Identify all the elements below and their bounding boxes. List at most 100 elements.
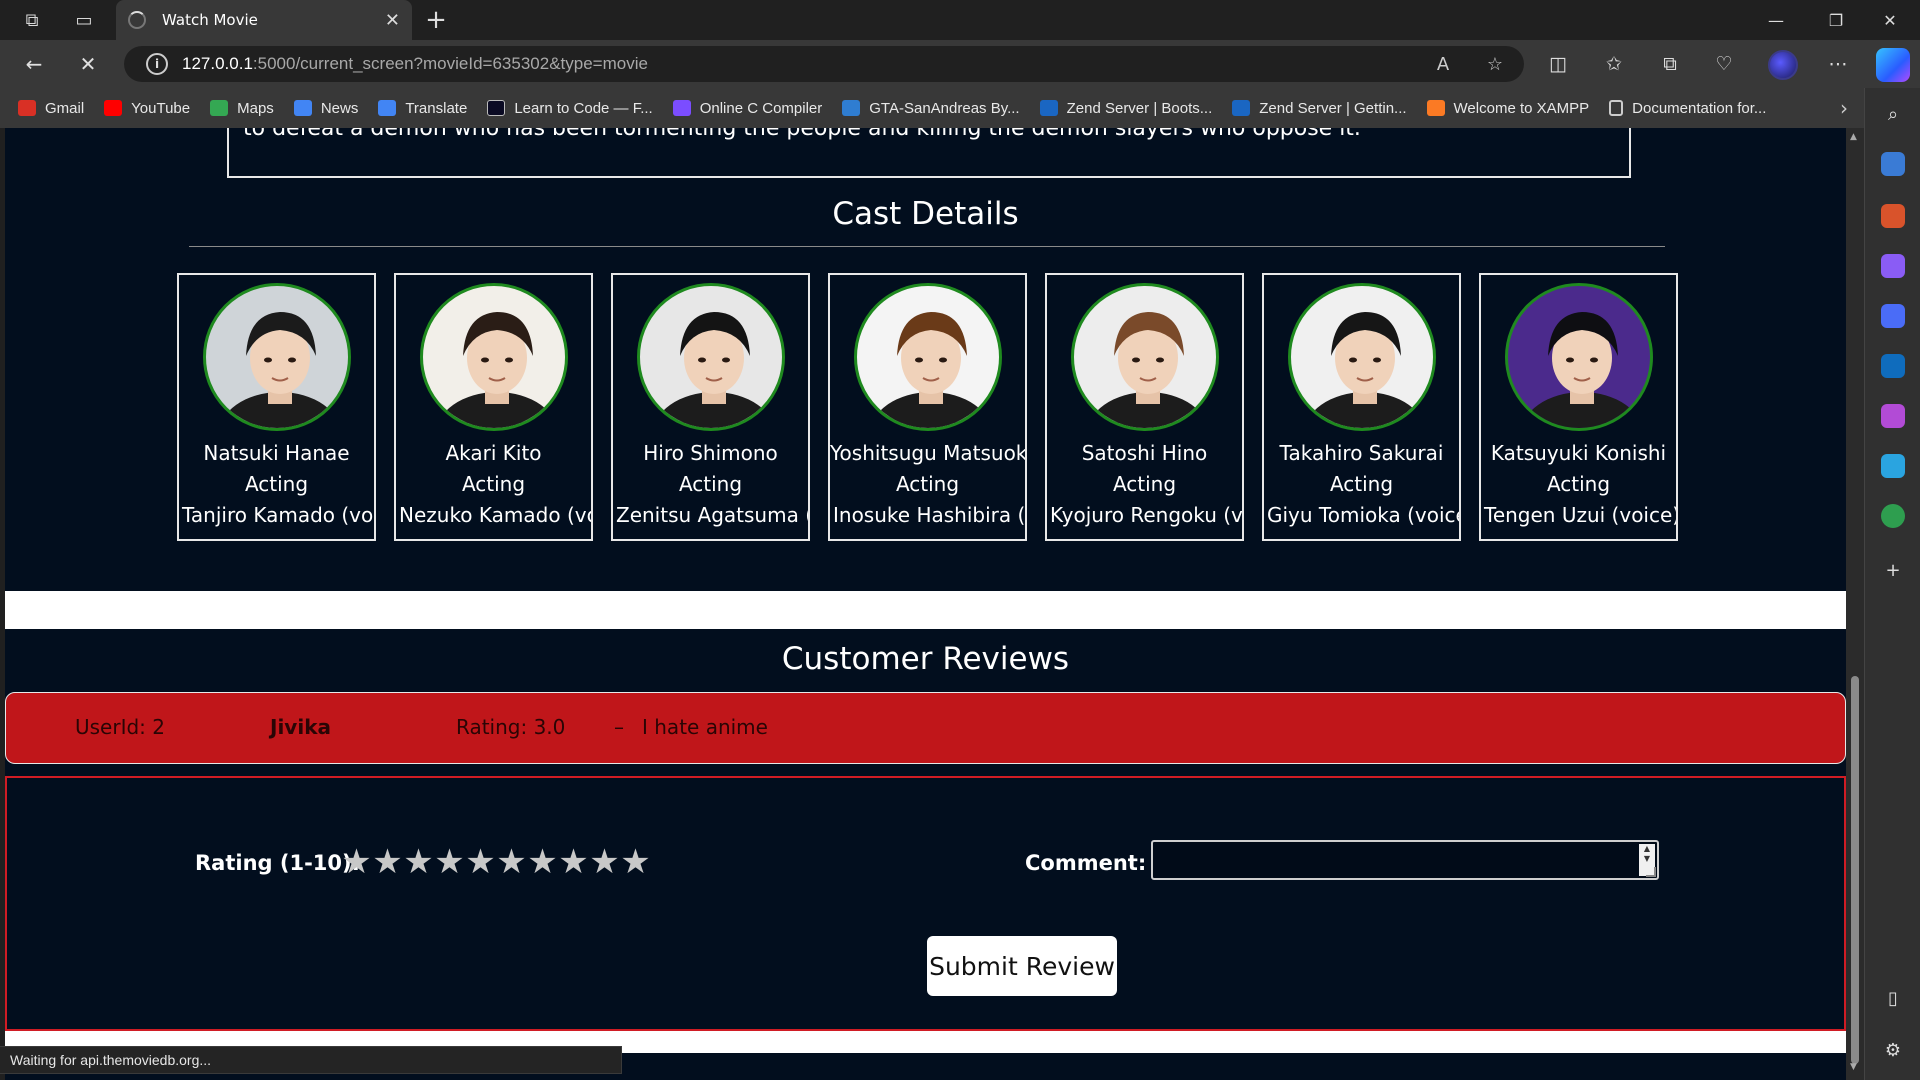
sidebar-toggle-icon[interactable]: ▯ xyxy=(1881,986,1905,1010)
shopping-tag-icon[interactable] xyxy=(1881,152,1905,176)
scroll-up-icon[interactable]: ▲ xyxy=(1850,132,1857,142)
star-icon[interactable]: ★ xyxy=(620,842,651,882)
zend-icon xyxy=(1039,100,1058,116)
minimize-button[interactable]: — xyxy=(1746,0,1806,40)
star-icon[interactable]: ★ xyxy=(465,842,496,882)
cast-department: Acting xyxy=(461,472,526,496)
add-icon[interactable]: + xyxy=(1881,558,1905,582)
stop-loading-button[interactable]: ✕ xyxy=(70,48,106,80)
bookmark-gta[interactable]: GTA-SanAndreas By... xyxy=(842,100,1020,117)
star-icon[interactable]: ★ xyxy=(403,842,434,882)
bookmark-gmail[interactable]: Gmail xyxy=(18,100,84,117)
split-screen-icon[interactable]: ◫ xyxy=(1540,48,1576,80)
send-icon[interactable] xyxy=(1881,454,1905,478)
bookmark-zend-getting[interactable]: Zend Server | Gettin... xyxy=(1232,100,1407,117)
maps-icon xyxy=(210,100,229,116)
bookmark-freecodecamp[interactable]: Learn to Code — F... xyxy=(487,100,653,117)
cast-card[interactable]: Katsuyuki Konishi Acting Tengen Uzui (voic… xyxy=(1479,273,1678,541)
tab-watch-movie[interactable]: Watch Movie ✕ xyxy=(116,0,412,40)
more-options-icon[interactable]: ⋯ xyxy=(1820,48,1856,80)
close-window-button[interactable]: ✕ xyxy=(1860,0,1920,40)
page-viewport: to defeat a demon who has been tormentin… xyxy=(0,128,1864,1080)
comment-textarea[interactable]: ▲ ▼ xyxy=(1151,840,1659,880)
submit-review-button[interactable]: Submit Review xyxy=(927,936,1117,996)
cast-photo xyxy=(1071,283,1219,431)
copilot-icon[interactable] xyxy=(1876,48,1910,82)
review-user-name: Jivika xyxy=(270,715,331,739)
settings-gear-icon[interactable]: ⚙ xyxy=(1881,1038,1905,1062)
star-icon[interactable]: ★ xyxy=(558,842,589,882)
cast-card[interactable]: Takahiro Sakurai Acting Giyu Tomioka (voic… xyxy=(1262,273,1461,541)
review-rating: Rating: 3.0 xyxy=(456,715,566,739)
bookmark-youtube[interactable]: YouTube xyxy=(104,100,190,117)
tools-icon[interactable] xyxy=(1881,204,1905,228)
vertical-tabs-icon[interactable]: ▭ xyxy=(64,4,104,36)
new-tab-button[interactable]: + xyxy=(420,4,452,36)
bookmark-maps[interactable]: Maps xyxy=(210,100,274,117)
workspaces-icon[interactable]: ⧉ xyxy=(12,4,52,36)
url-path: :5000/current_screen?movieId=635302&type… xyxy=(252,54,648,73)
cast-card[interactable]: Natsuki Hanae Acting Tanjiro Kamado (voice… xyxy=(177,273,376,541)
tree-icon[interactable] xyxy=(1881,504,1905,528)
tab-title: Watch Movie xyxy=(162,11,258,29)
star-icon[interactable]: ★ xyxy=(527,842,558,882)
bookmark-online-c-compiler[interactable]: Online C Compiler xyxy=(672,100,822,117)
address-bar[interactable]: i 127.0.0.1:5000/current_screen?movieId=… xyxy=(124,46,1524,82)
portrait-icon xyxy=(653,312,775,428)
bookmark-zend-boots[interactable]: Zend Server | Boots... xyxy=(1039,100,1212,117)
review-user-id: UserId: 2 xyxy=(75,715,165,739)
chevron-right-icon[interactable]: › xyxy=(1840,96,1848,120)
profile-avatar[interactable] xyxy=(1768,50,1798,80)
restore-button[interactable]: ❐ xyxy=(1806,0,1866,40)
games-icon[interactable] xyxy=(1881,254,1905,278)
bookmark-news[interactable]: News xyxy=(293,100,358,117)
url-text[interactable]: 127.0.0.1:5000/current_screen?movieId=63… xyxy=(182,54,648,74)
star-icon[interactable]: ★ xyxy=(496,842,527,882)
cast-photo xyxy=(420,283,568,431)
bookmark-documentation[interactable]: Documentation for... xyxy=(1609,100,1766,117)
cast-photo xyxy=(1288,283,1436,431)
youtube-icon xyxy=(104,100,123,116)
scrollbar-thumb[interactable] xyxy=(1851,676,1859,1064)
star-icon[interactable]: ★ xyxy=(589,842,620,882)
freecodecamp-icon xyxy=(487,100,506,116)
cast-card[interactable]: Yoshitsugu Matsuoka Acting Inosuke Hashibi… xyxy=(828,273,1027,541)
browser-essentials-icon[interactable]: ♡ xyxy=(1706,48,1742,80)
gta-icon xyxy=(842,100,861,116)
section-gap xyxy=(5,591,1846,629)
site-info-icon[interactable]: i xyxy=(146,53,168,75)
cast-character: Giyu Tomioka (voice) xyxy=(1267,503,1459,527)
outlook-icon[interactable] xyxy=(1881,354,1905,378)
cast-card[interactable]: Satoshi Hino Acting Kyojuro Rengoku (voice… xyxy=(1045,273,1244,541)
bookmark-translate[interactable]: Translate xyxy=(378,100,467,117)
review-row: UserId: 2 Jivika Rating: 3.0 – I hate an… xyxy=(5,692,1846,764)
bookmarks-bar: Gmail YouTube Maps News Translate Learn … xyxy=(0,88,1864,128)
read-aloud-icon[interactable]: A xyxy=(1428,50,1458,78)
star-icon[interactable]: ★ xyxy=(434,842,465,882)
close-tab-icon[interactable]: ✕ xyxy=(385,10,400,31)
portrait-icon xyxy=(1521,312,1643,428)
copilot-sidebar-icon[interactable] xyxy=(1881,304,1905,328)
favorite-star-icon[interactable]: ☆ xyxy=(1480,50,1510,78)
scroll-down-icon[interactable]: ▼ xyxy=(1850,1062,1857,1072)
cast-name: Hiro Shimono xyxy=(643,441,778,465)
designer-icon[interactable] xyxy=(1881,404,1905,428)
star-icon[interactable]: ★ xyxy=(372,842,403,882)
cast-card[interactable]: Hiro Shimono Acting Zenitsu Agatsuma (voic… xyxy=(611,273,810,541)
compiler-icon xyxy=(672,100,691,116)
cast-name: Yoshitsugu Matsuoka xyxy=(830,441,1025,465)
star-icon[interactable]: ★ xyxy=(341,842,372,882)
loading-spinner-icon xyxy=(128,11,146,29)
cast-name: Satoshi Hino xyxy=(1081,441,1208,465)
favorites-icon[interactable]: ✩ xyxy=(1596,48,1632,80)
resize-handle-icon[interactable] xyxy=(1646,867,1656,877)
collections-icon[interactable]: ⧉ xyxy=(1652,48,1688,80)
page-scrollbar[interactable]: ▲ ▼ xyxy=(1846,128,1864,1080)
search-icon[interactable]: ⌕ xyxy=(1881,102,1905,126)
cast-name: Natsuki Hanae xyxy=(203,441,350,465)
xampp-icon xyxy=(1426,100,1445,116)
bookmark-xampp[interactable]: Welcome to XAMPP xyxy=(1426,100,1589,117)
rating-stars: ★ ★ ★ ★ ★ ★ ★ ★ ★ ★ xyxy=(341,842,651,882)
back-button[interactable]: ← xyxy=(16,48,52,80)
cast-card[interactable]: Akari Kito Acting Nezuko Kamado (voice) xyxy=(394,273,593,541)
